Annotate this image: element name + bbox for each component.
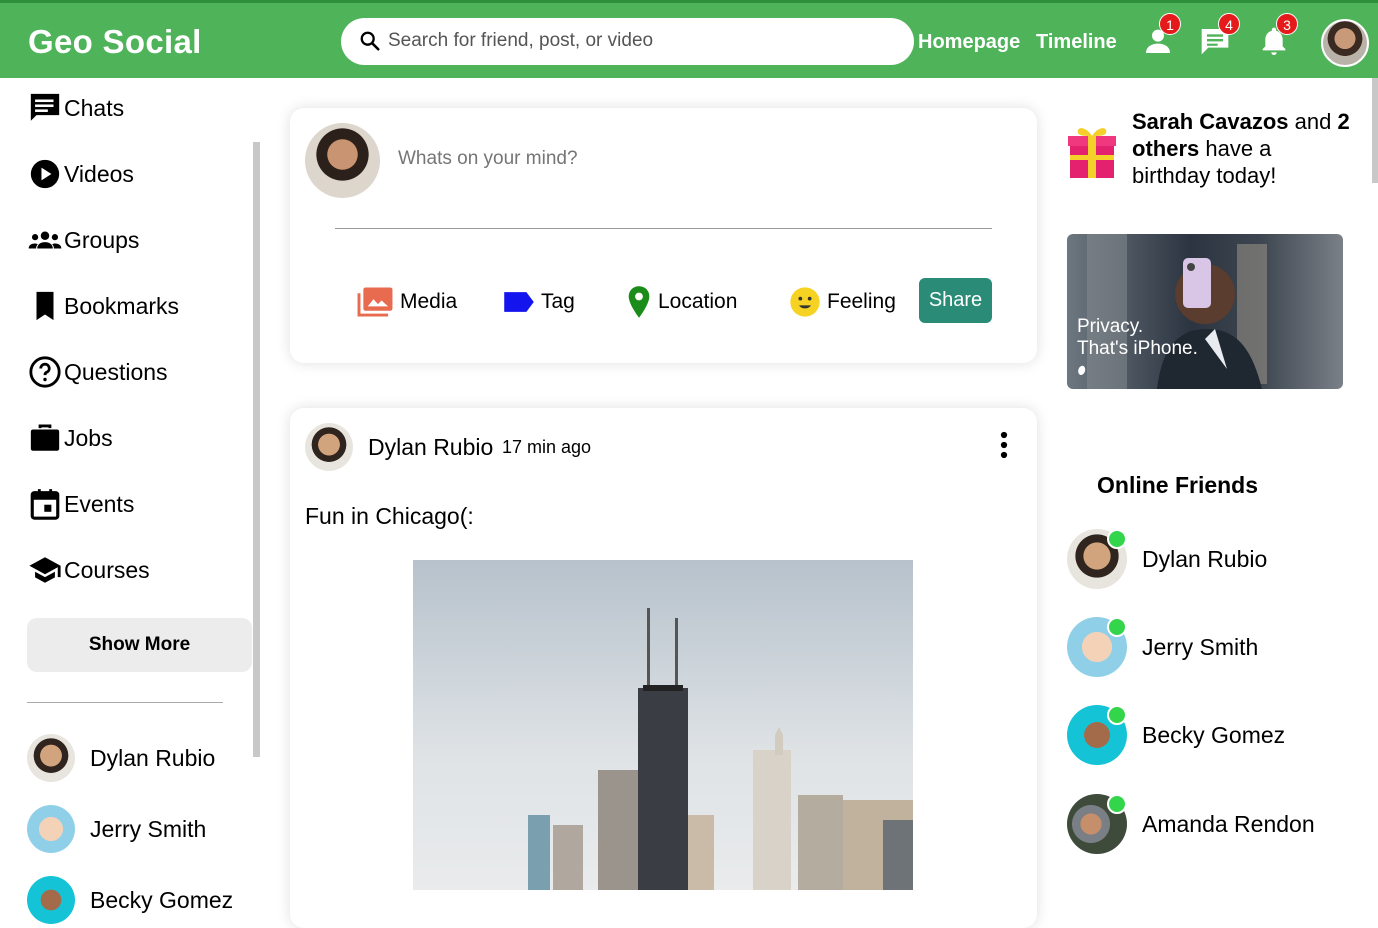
search-icon bbox=[360, 31, 380, 51]
online-indicator bbox=[1107, 794, 1127, 814]
feeling-label: Feeling bbox=[827, 290, 896, 313]
sidebar-item-events[interactable]: Events bbox=[28, 486, 134, 522]
bookmark-icon bbox=[36, 291, 54, 321]
post-author[interactable]: Dylan Rubio bbox=[368, 434, 493, 461]
smiley-icon bbox=[790, 287, 820, 317]
friend-name: Dylan Rubio bbox=[1142, 545, 1268, 572]
sidebar-scrollbar[interactable] bbox=[253, 142, 260, 757]
sidebar-item-label: Chats bbox=[64, 94, 125, 121]
sidebar-item-label: Videos bbox=[64, 160, 134, 187]
online-friend[interactable]: Dylan Rubio bbox=[1067, 529, 1267, 589]
friend-name: Dylan Rubio bbox=[90, 744, 216, 771]
top-bar: Geo Social Homepage Timeline 1 4 3 bbox=[0, 0, 1378, 78]
online-friends-title: Online Friends bbox=[1097, 472, 1259, 498]
sidebar-friend[interactable]: Dylan Rubio bbox=[27, 733, 215, 783]
sidebar-item-label: Courses bbox=[64, 556, 150, 583]
question-icon bbox=[29, 356, 61, 388]
friend-name: Jerry Smith bbox=[1142, 633, 1259, 660]
avatar bbox=[305, 123, 380, 198]
show-more-button[interactable]: Show More bbox=[27, 618, 252, 672]
skyline-image bbox=[528, 608, 913, 890]
timeline-link[interactable]: Timeline bbox=[1036, 31, 1117, 54]
sidebar-item-chats[interactable]: Chats bbox=[28, 90, 124, 126]
sponsored-ad[interactable]: Privacy. That's iPhone. bbox=[1067, 234, 1343, 389]
sidebar-item-label: Events bbox=[64, 490, 135, 517]
sidebar-item-groups[interactable]: Groups bbox=[28, 222, 139, 258]
tag-label: Tag bbox=[541, 290, 575, 313]
sidebar-item-videos[interactable]: Videos bbox=[28, 156, 134, 192]
sidebar-item-bookmarks[interactable]: Bookmarks bbox=[28, 288, 179, 324]
school-icon bbox=[29, 557, 61, 583]
composer-divider bbox=[335, 228, 992, 229]
friend-name: Becky Gomez bbox=[1142, 721, 1286, 748]
sidebar-item-label: Bookmarks bbox=[64, 292, 180, 319]
ad-image bbox=[1078, 234, 1267, 389]
post-text: Fun in Chicago(: bbox=[305, 503, 474, 529]
calendar-icon bbox=[30, 489, 60, 520]
groups-icon bbox=[28, 231, 62, 249]
online-indicator bbox=[1107, 529, 1127, 549]
briefcase-icon bbox=[30, 424, 60, 451]
profile-avatar[interactable] bbox=[1321, 19, 1369, 67]
avatar bbox=[27, 734, 75, 782]
homepage-link[interactable]: Homepage bbox=[918, 31, 1020, 54]
media-label: Media bbox=[400, 290, 458, 313]
ad-line-2: That's iPhone. bbox=[1077, 338, 1198, 359]
friend-name: Amanda Rendon bbox=[1142, 810, 1315, 837]
tag-option[interactable]: Tag bbox=[503, 285, 575, 319]
friend-requests-badge: 1 bbox=[1159, 13, 1181, 35]
more-options-icon[interactable] bbox=[996, 430, 1012, 460]
ad-line-1: Privacy. bbox=[1077, 316, 1144, 337]
avatar bbox=[27, 805, 75, 853]
online-indicator bbox=[1107, 705, 1127, 725]
ad-text: Privacy. That's iPhone. bbox=[1077, 316, 1198, 360]
sidebar-item-questions[interactable]: Questions bbox=[28, 354, 168, 390]
sidebar-item-label: Questions bbox=[64, 358, 168, 385]
photo-library-icon bbox=[357, 287, 393, 317]
feed-post: Dylan Rubio 17 min ago Fun in Chicago(: bbox=[290, 408, 1037, 928]
page-scrollbar[interactable] bbox=[1372, 78, 1378, 183]
online-friend[interactable]: Jerry Smith bbox=[1067, 617, 1258, 677]
feeling-option[interactable]: Feeling bbox=[789, 285, 896, 319]
sidebar-item-courses[interactable]: Courses bbox=[28, 552, 150, 588]
birthday-text: Sarah Cavazos and 2 others have a birthd… bbox=[1132, 108, 1352, 189]
search-bar[interactable] bbox=[341, 18, 914, 65]
friend-name: Becky Gomez bbox=[90, 886, 234, 913]
chat-icon bbox=[30, 93, 60, 121]
friend-name: Jerry Smith bbox=[90, 815, 207, 842]
app-logo[interactable]: Geo Social bbox=[28, 23, 202, 61]
sidebar-item-jobs[interactable]: Jobs bbox=[28, 420, 113, 456]
sidebar-friend[interactable]: Jerry Smith bbox=[27, 804, 206, 854]
gift-icon bbox=[1068, 128, 1116, 178]
label-icon bbox=[504, 292, 534, 312]
online-indicator bbox=[1107, 617, 1127, 637]
messages-badge: 4 bbox=[1218, 13, 1240, 35]
birthday-widget[interactable]: Sarah Cavazos and 2 others have a birthd… bbox=[1066, 108, 1356, 198]
sidebar-item-label: Jobs bbox=[64, 424, 113, 451]
search-input[interactable] bbox=[388, 28, 788, 54]
play-icon bbox=[30, 159, 60, 189]
status-input[interactable] bbox=[398, 148, 898, 170]
post-image[interactable] bbox=[413, 560, 913, 890]
alerts-badge: 3 bbox=[1276, 13, 1298, 35]
post-composer: Media Tag Location Feeling Share bbox=[290, 108, 1037, 363]
left-sidebar: Chats Videos Groups Bookmarks Questions … bbox=[0, 78, 260, 924]
location-option[interactable]: Location bbox=[626, 285, 737, 319]
online-friend[interactable]: Amanda Rendon bbox=[1067, 794, 1315, 854]
post-timestamp: 17 min ago bbox=[502, 437, 592, 457]
sidebar-divider bbox=[27, 702, 223, 703]
birthday-and: and bbox=[1288, 109, 1338, 134]
avatar[interactable] bbox=[305, 423, 353, 471]
share-button[interactable]: Share bbox=[919, 278, 992, 323]
location-label: Location bbox=[658, 290, 738, 313]
sidebar-item-label: Groups bbox=[64, 226, 140, 253]
location-pin-icon bbox=[628, 286, 650, 318]
sidebar-friend[interactable]: Becky Gomez bbox=[27, 875, 233, 925]
online-friend[interactable]: Becky Gomez bbox=[1067, 705, 1285, 765]
avatar bbox=[27, 876, 75, 924]
media-option[interactable]: Media bbox=[356, 285, 457, 319]
birthday-name: Sarah Cavazos bbox=[1132, 109, 1289, 134]
